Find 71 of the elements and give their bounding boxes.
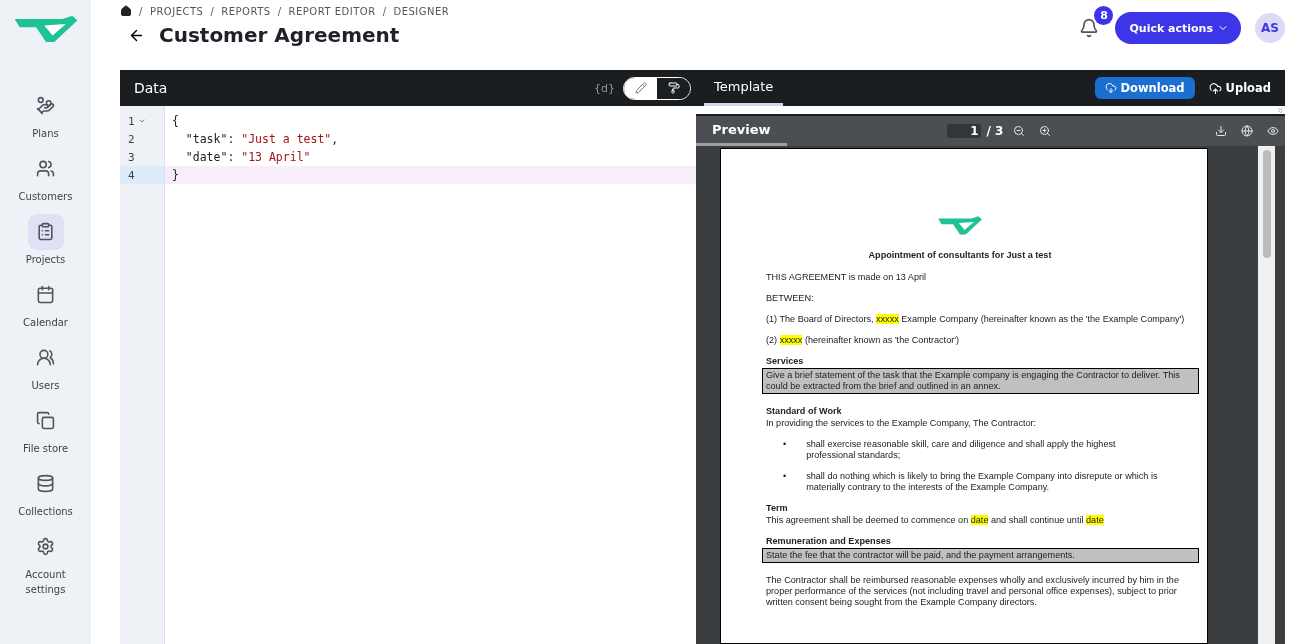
- breadcrumb-separator: /: [139, 5, 143, 17]
- bullet-marker: •: [783, 438, 787, 451]
- page-title: Customer Agreement: [159, 23, 400, 47]
- bullet-item: shall do nothing which is likely to bring the Example Company into disrepute or which is materially contrary to the interests of the Example Company.: [806, 470, 1159, 493]
- panel-title: Data: [134, 80, 169, 96]
- boxed-text: State the fee that the contractor will be paid, and the payment arrangements.: [762, 547, 1199, 563]
- line-number: 2: [128, 132, 135, 146]
- logo-icon: [12, 14, 79, 44]
- sidebar-item[interactable]: Collections: [0, 465, 91, 519]
- plans-icon: [36, 96, 55, 116]
- bullet-item: shall exercise reasonable skill, care and diligence and shall apply the highest professional standards;: [806, 438, 1117, 461]
- paint-roller-icon: [667, 82, 680, 94]
- projects-icon: [36, 222, 55, 242]
- sidebar-item[interactable]: Customers: [0, 150, 91, 204]
- files-icon: [36, 411, 55, 431]
- download-button[interactable]: Download: [1094, 77, 1195, 99]
- document-paragraph: In providing the services to the Example Company, The Contractor:: [766, 417, 1038, 429]
- section-heading: Term: [766, 502, 789, 514]
- breadcrumb-link[interactable]: DESIGNER: [393, 5, 450, 17]
- document-title: Appointment of consultants for Just a test: [867, 249, 1053, 261]
- document-paragraph: (1) The Board of Directors, xxxxx Example Company (hereinafter known as the 'the Example Company'): [766, 313, 1186, 325]
- cloud-upload-icon: [1208, 81, 1222, 95]
- quick-actions-button[interactable]: Quick actions: [1115, 12, 1241, 44]
- sidebar-item[interactable]: Users: [0, 339, 91, 393]
- line-number: 1: [128, 114, 135, 128]
- document-paragraph: (2) xxxxx (hereinafter known as 'the Contractor'): [766, 334, 960, 346]
- calendar-icon: [36, 285, 55, 305]
- sidebar-item[interactable]: Calendar: [0, 276, 91, 330]
- breadcrumb-link[interactable]: REPORT EDITOR: [288, 5, 376, 17]
- sidebar-item[interactable]: File store: [0, 402, 91, 456]
- user-avatar[interactable]: AS: [1255, 13, 1285, 43]
- scroll-down-icon[interactable]: [1276, 105, 1285, 115]
- scroll-thumb[interactable]: [1262, 150, 1271, 258]
- customers-icon: [36, 159, 55, 179]
- edit-mode-button[interactable]: [624, 77, 657, 99]
- breadcrumb-separator: /: [277, 5, 282, 17]
- line-number: 3: [128, 150, 135, 164]
- section-heading: Services: [766, 355, 805, 367]
- line-number: 4: [128, 168, 135, 182]
- fold-caret-icon[interactable]: [137, 117, 146, 125]
- page-number-field[interactable]: 1: [946, 124, 981, 138]
- sidebar-item[interactable]: Projects: [0, 213, 91, 267]
- code-line: {: [171, 113, 180, 130]
- breadcrumb-separator: /: [382, 5, 387, 17]
- code-line: "date": "13 April": [184, 149, 312, 166]
- breadcrumb-link[interactable]: PROJECTS: [149, 5, 204, 17]
- users-icon: [36, 348, 55, 368]
- section-heading: Remuneration and Expenses: [766, 535, 892, 547]
- code-line: "task": "Just a test",: [184, 131, 340, 148]
- format-label: {d}: [594, 81, 615, 95]
- page-total: / 3: [986, 124, 1004, 138]
- sidebar-item[interactable]: Account settings: [0, 528, 91, 597]
- collections-icon: [36, 474, 55, 494]
- document-paragraph: This agreement shall be deemed to commence on date and shall continue until date: [766, 514, 1105, 526]
- notification-badge: 8: [1094, 6, 1114, 25]
- upload-button[interactable]: Upload: [1194, 77, 1285, 99]
- boxed-text: Give a brief statement of the task that the Example company is engaging the Contractor to deliver. This could be extracted from the brief and outlined in an annex.: [762, 367, 1199, 394]
- scrollbar[interactable]: [1258, 146, 1275, 644]
- document-paragraph: THIS AGREEMENT is made on 13 April: [766, 271, 928, 283]
- section-heading: Standard of Work: [766, 405, 843, 417]
- bullet-marker: •: [783, 470, 787, 483]
- logo-icon: [937, 215, 983, 236]
- cloud-download-icon: [1104, 82, 1117, 94]
- document-paragraph: The Contractor shall be reimbursed reasonable expenses wholly and exclusively incurred by him in the proper performance of the services (not including travel and personal office expenses), subject to prior written consent being sought from the Example Company directors.: [766, 574, 1180, 608]
- settings-icon: [36, 537, 55, 557]
- breadcrumb-separator: /: [210, 5, 215, 17]
- breadcrumb-link[interactable]: REPORTS: [221, 5, 271, 17]
- pencil-icon: [634, 82, 647, 94]
- sidebar-item[interactable]: Plans: [0, 87, 91, 141]
- document-paragraph: BETWEEN:: [766, 292, 815, 304]
- home-icon[interactable]: [120, 5, 132, 17]
